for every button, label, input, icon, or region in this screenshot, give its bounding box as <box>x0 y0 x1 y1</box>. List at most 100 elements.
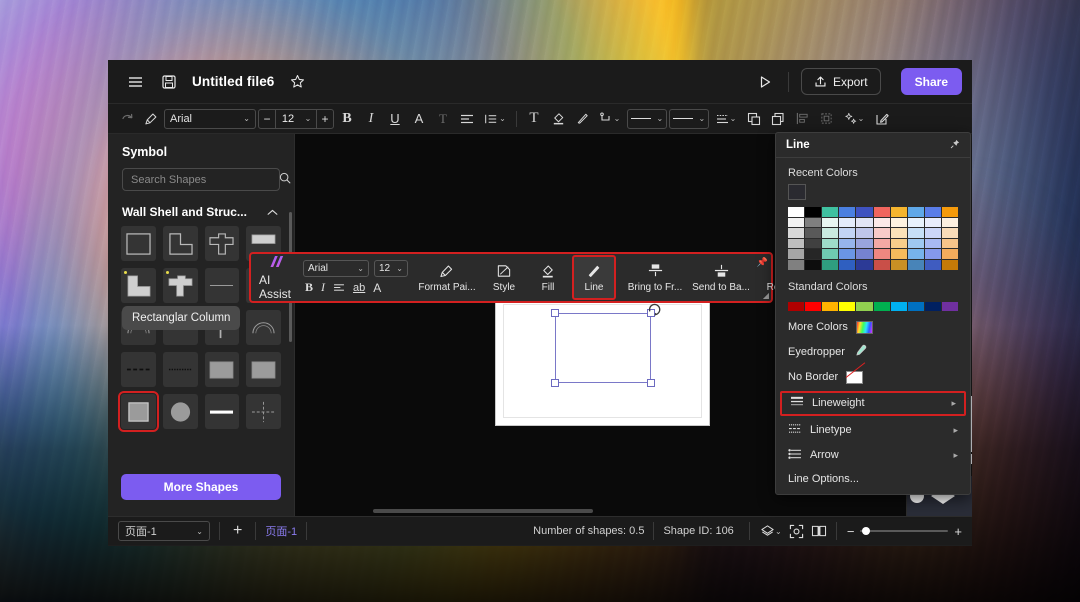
shape-filled-rectangle-b[interactable] <box>246 352 281 387</box>
palette-swatch[interactable] <box>839 259 856 270</box>
italic-button[interactable]: I <box>360 108 382 130</box>
bring-to-front-icon[interactable] <box>743 108 765 130</box>
linetype-row[interactable]: Linetype ▸ <box>776 418 970 443</box>
resize-handle-br[interactable] <box>647 379 655 387</box>
shape-filled-rectangle-a[interactable] <box>204 352 240 387</box>
palette-swatch[interactable] <box>873 249 890 259</box>
page-select[interactable]: 页面-1 ⌄ <box>118 521 210 541</box>
palette-swatch[interactable] <box>856 259 873 270</box>
fit-to-screen-icon[interactable] <box>786 521 808 541</box>
palette-swatch[interactable] <box>805 238 822 249</box>
zoom-out-button[interactable]: − <box>847 524 855 539</box>
palette-swatch[interactable] <box>924 259 941 270</box>
shape-dashed-wall[interactable] <box>121 352 156 387</box>
send-to-back-icon[interactable] <box>767 108 789 130</box>
palette-swatch[interactable] <box>788 228 805 238</box>
edit-pencil-icon[interactable] <box>871 108 893 130</box>
palette-swatch[interactable] <box>873 228 890 238</box>
shape-l-shape-filled[interactable] <box>121 268 156 303</box>
palette-swatch[interactable] <box>941 249 958 259</box>
zoom-slider[interactable] <box>860 527 949 535</box>
document-title[interactable]: Untitled file6 <box>192 74 274 89</box>
align-objects-icon[interactable] <box>791 108 813 130</box>
align-left-icon[interactable] <box>456 108 478 130</box>
shape-beam-bar[interactable] <box>204 394 240 429</box>
palette-swatch[interactable] <box>924 228 941 238</box>
line-spacing-icon[interactable]: ⌄ <box>480 108 510 130</box>
palette-swatch[interactable] <box>805 217 822 228</box>
search-shapes-box[interactable] <box>122 168 291 191</box>
standard-color-swatch[interactable] <box>941 301 958 311</box>
palette-swatch[interactable] <box>890 259 907 270</box>
no-border-row[interactable]: No Border <box>776 366 970 389</box>
selected-shape[interactable] <box>551 303 661 387</box>
canvas-horizontal-scrollbar[interactable] <box>373 509 593 513</box>
shape-circular-column[interactable] <box>162 394 198 429</box>
shape-rectangular-column[interactable] <box>118 391 159 432</box>
palette-swatch[interactable] <box>856 238 873 249</box>
line-weight-dropdown[interactable]: ⌄ <box>627 108 667 129</box>
ctx-align-icon[interactable] <box>333 281 345 295</box>
palette-swatch[interactable] <box>873 259 890 270</box>
ctx-italic-button[interactable]: I <box>321 280 325 295</box>
pen-icon[interactable] <box>571 108 593 130</box>
chevron-up-icon[interactable] <box>267 205 278 219</box>
standard-colors-row[interactable] <box>788 301 958 311</box>
ai-assist-button[interactable]: AI Assist <box>251 254 299 301</box>
font-size-increase[interactable]: + <box>317 110 333 128</box>
add-page-button[interactable]: + <box>229 522 246 540</box>
resize-handle-bl[interactable] <box>551 379 559 387</box>
palette-swatch[interactable] <box>890 207 907 217</box>
palette-swatch[interactable] <box>788 207 805 217</box>
palette-swatch[interactable] <box>907 228 924 238</box>
palette-swatch[interactable] <box>890 217 907 228</box>
play-triangle-icon[interactable] <box>754 71 776 93</box>
shape-arc-wall-right[interactable] <box>246 310 281 345</box>
shape-square-outline[interactable] <box>121 226 156 261</box>
palette-swatch[interactable] <box>822 259 839 270</box>
shape-t-shape-filled[interactable] <box>162 268 198 303</box>
resize-grip-icon[interactable]: ◢ <box>763 291 769 300</box>
font-color-button[interactable]: A <box>408 108 430 130</box>
ctx-send-to-back[interactable]: Send to Ba... <box>688 254 754 301</box>
lineweight-row[interactable]: Lineweight ▸ <box>780 390 966 416</box>
search-icon[interactable] <box>279 172 291 187</box>
standard-color-swatch[interactable] <box>805 301 822 311</box>
eyedropper-row[interactable]: Eyedropper <box>776 339 970 366</box>
palette-swatch[interactable] <box>805 259 822 270</box>
palette-swatch[interactable] <box>941 228 958 238</box>
line-options-row[interactable]: Line Options... <box>776 468 970 494</box>
palette-swatch[interactable] <box>907 238 924 249</box>
palette-swatch[interactable] <box>907 217 924 228</box>
palette-swatch[interactable] <box>805 207 822 217</box>
ctx-style[interactable]: Style <box>482 254 526 301</box>
floating-context-toolbar[interactable]: AI Assist Arial ⌄ 12 ⌄ B I ab A Format P… <box>249 252 803 303</box>
standard-color-swatch[interactable] <box>873 301 890 311</box>
palette-swatch[interactable] <box>839 217 856 228</box>
search-input[interactable] <box>131 173 273 186</box>
recent-color-swatch[interactable] <box>788 184 806 200</box>
standard-color-swatch[interactable] <box>924 301 941 311</box>
connector-line-icon[interactable]: ⌄ <box>595 108 625 130</box>
palette-swatch[interactable] <box>839 238 856 249</box>
ctx-font-color-button[interactable]: A <box>373 281 381 295</box>
zoom-in-button[interactable]: + <box>954 524 962 539</box>
shape-horizontal-wall-thin[interactable] <box>204 268 240 303</box>
book-view-icon[interactable] <box>808 521 830 541</box>
standard-color-swatch[interactable] <box>839 301 856 311</box>
resize-handle-tl[interactable] <box>551 309 559 317</box>
shape-t-shape-outline[interactable] <box>204 226 240 261</box>
palette-swatch[interactable] <box>856 217 873 228</box>
palette-swatch[interactable] <box>890 228 907 238</box>
hamburger-icon[interactable] <box>124 71 146 93</box>
palette-swatch[interactable] <box>856 207 873 217</box>
page-tab-1[interactable]: 页面-1 <box>265 523 297 539</box>
more-shapes-button[interactable]: More Shapes <box>121 474 281 500</box>
palette-swatch[interactable] <box>873 207 890 217</box>
ctx-font-size-select[interactable]: 12 ⌄ <box>374 260 408 277</box>
standard-color-swatch[interactable] <box>788 301 805 311</box>
ctx-line[interactable]: Line <box>572 255 616 300</box>
star-outline-icon[interactable] <box>286 71 308 93</box>
format-painter-icon[interactable] <box>140 108 162 130</box>
more-colors-row[interactable]: More Colors <box>776 316 970 339</box>
